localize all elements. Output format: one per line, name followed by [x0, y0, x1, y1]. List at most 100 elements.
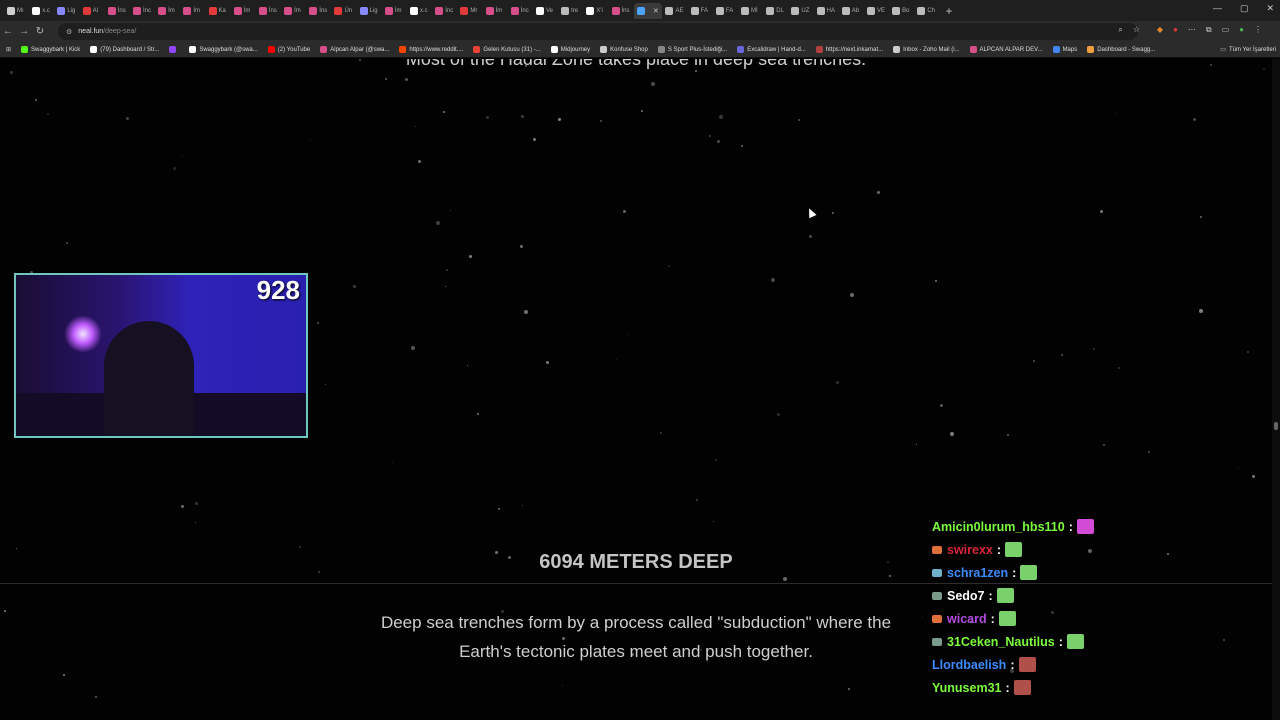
particle: [521, 115, 524, 118]
bookmark-item[interactable]: (79) Dashboard / Str...: [90, 46, 159, 53]
extension-icon[interactable]: ◆: [1157, 25, 1163, 35]
minimize-icon[interactable]: —: [1213, 3, 1222, 14]
address-bar[interactable]: ⚙ neal.fun/deep-sea/: [58, 23, 1138, 40]
browser-tab[interactable]: UZ: [788, 3, 812, 19]
site-info-icon[interactable]: ⚙: [66, 28, 72, 36]
bookmark-item[interactable]: https://next.inkarnat...: [815, 46, 883, 53]
bookmark-item[interactable]: https://www.reddit....: [399, 46, 463, 53]
bookmark-item[interactable]: Konfuse Shop: [600, 46, 648, 53]
browser-tab[interactable]: Mı: [4, 3, 28, 19]
browser-tab[interactable]: İns: [306, 3, 330, 19]
close-icon[interactable]: ✕: [1266, 3, 1274, 14]
browser-tab[interactable]: İm: [155, 3, 179, 19]
browser-tab[interactable]: AE: [662, 3, 686, 19]
browser-tab[interactable]: İns: [105, 3, 129, 19]
browser-tab[interactable]: Al: [80, 3, 104, 19]
browser-tab[interactable]: HA: [814, 3, 838, 19]
browser-tab[interactable]: Bo: [889, 3, 913, 19]
bookmark-favicon-icon: [267, 46, 275, 53]
tab-favicon-icon: [107, 6, 116, 15]
bookmark-item[interactable]: Maps: [1052, 46, 1077, 53]
extension-icon[interactable]: ⋯: [1188, 25, 1196, 35]
bookmark-item[interactable]: Midjourney: [550, 46, 590, 53]
tab-label: x.c: [420, 7, 428, 14]
tab-label: FA: [725, 7, 734, 14]
browser-tab[interactable]: İm: [180, 3, 204, 19]
bookmark-item[interactable]: Alpcan Alpar (@swa...: [320, 46, 389, 53]
bookmark-item[interactable]: ALPCAN ALPAR DEV...: [969, 46, 1043, 53]
tab-favicon-icon: [766, 6, 775, 15]
browser-tab[interactable]: Lig: [54, 3, 78, 19]
zoom-icon[interactable]: ⌕: [1118, 25, 1122, 35]
bookmark-item[interactable]: [169, 46, 179, 53]
browser-tab[interactable]: Ve: [533, 3, 557, 19]
browser-tab[interactable]: x.c: [29, 3, 53, 19]
chat-badge-icon: [932, 637, 942, 646]
all-bookmarks-button[interactable]: ▭ Tüm Yer İşaretleri: [1220, 46, 1276, 54]
browser-tab[interactable]: VE: [864, 3, 888, 19]
particle: [1007, 434, 1009, 436]
browser-tab[interactable]: Ab: [839, 3, 863, 19]
browser-tab[interactable]: Lig: [357, 3, 381, 19]
chat-username: 31Ceken_Nautilus: [947, 634, 1055, 649]
browser-tab[interactable]: Ch: [914, 3, 938, 19]
particle: [1247, 351, 1249, 353]
particle: [562, 685, 563, 686]
reload-icon[interactable]: ↻: [32, 26, 48, 37]
new-tab-icon[interactable]: +: [946, 4, 953, 18]
bookmark-item[interactable]: Swaggybark | Kick: [21, 46, 80, 53]
browser-tab[interactable]: İns: [609, 3, 633, 19]
browser-tab[interactable]: X'i: [583, 3, 607, 19]
bookmark-item[interactable]: Gelen Kutusu (31) -...: [473, 46, 541, 53]
browser-tab[interactable]: FA: [688, 3, 712, 19]
chat-message: swirexx:: [932, 538, 1172, 561]
particle: [1148, 451, 1150, 453]
bookmark-item[interactable]: Excalidraw | Hand-d...: [737, 46, 806, 53]
bookmark-favicon-icon: [1052, 46, 1060, 53]
browser-tab[interactable]: İnc: [432, 3, 456, 19]
window-controls: — ▢ ✕: [1213, 3, 1274, 14]
bookmark-item[interactable]: Inbox - Zoho Mail (i...: [893, 46, 960, 53]
chat-message: 31Ceken_Nautilus:: [932, 630, 1172, 653]
browser-tab[interactable]: İm: [483, 3, 507, 19]
browser-tab[interactable]: Mr: [457, 3, 481, 19]
apps-icon[interactable]: ⊞: [6, 46, 11, 53]
tab-label: Ab: [851, 7, 860, 14]
browser-tab[interactable]: İm: [382, 3, 406, 19]
browser-tab[interactable]: ✕: [633, 2, 662, 19]
tab-favicon-icon: [208, 6, 217, 15]
tab-label: Bo: [902, 7, 910, 14]
bookmark-item[interactable]: Dashboard - Swagg...: [1087, 46, 1155, 53]
particle: [469, 255, 472, 258]
bookmark-item[interactable]: (2) YouTube: [267, 46, 310, 53]
particle: [836, 381, 839, 384]
forward-icon[interactable]: →: [16, 26, 32, 37]
browser-tab[interactable]: İns: [256, 3, 280, 19]
browser-tab[interactable]: x.c: [407, 3, 431, 19]
browser-tab[interactable]: Mİ: [738, 3, 762, 19]
browser-tab[interactable]: FA: [713, 3, 737, 19]
browser-tab[interactable]: Ün: [331, 3, 355, 19]
menu-icon[interactable]: ⋮: [1254, 25, 1262, 35]
sidebar-icon[interactable]: ▭: [1222, 25, 1230, 35]
maximize-icon[interactable]: ▢: [1240, 3, 1249, 14]
browser-tab[interactable]: İm: [281, 3, 305, 19]
browser-tab[interactable]: İnc: [508, 3, 532, 19]
browser-tab[interactable]: Ka: [206, 3, 230, 19]
bookmark-star-icon[interactable]: ☆: [1133, 25, 1140, 35]
page-scrollbar[interactable]: [1272, 59, 1280, 720]
browser-tab[interactable]: İm: [231, 3, 255, 19]
browser-tab[interactable]: DL: [763, 3, 787, 19]
particle: [719, 115, 723, 119]
scrollbar-thumb[interactable]: [1274, 422, 1278, 430]
extension-icon[interactable]: ●: [1173, 25, 1178, 35]
browser-tab[interactable]: İnc: [130, 3, 154, 19]
tab-close-icon[interactable]: ✕: [653, 7, 659, 15]
bookmark-item[interactable]: Swaggybark (@swa...: [189, 46, 258, 53]
profile-icon[interactable]: ●: [1239, 25, 1244, 35]
back-icon[interactable]: ←: [0, 26, 16, 37]
particle: [310, 139, 311, 140]
bookmark-item[interactable]: S Sport Plus-İstediği...: [657, 46, 727, 53]
browser-tab[interactable]: tre: [558, 3, 582, 19]
puzzle-icon[interactable]: ⧉: [1206, 25, 1212, 35]
